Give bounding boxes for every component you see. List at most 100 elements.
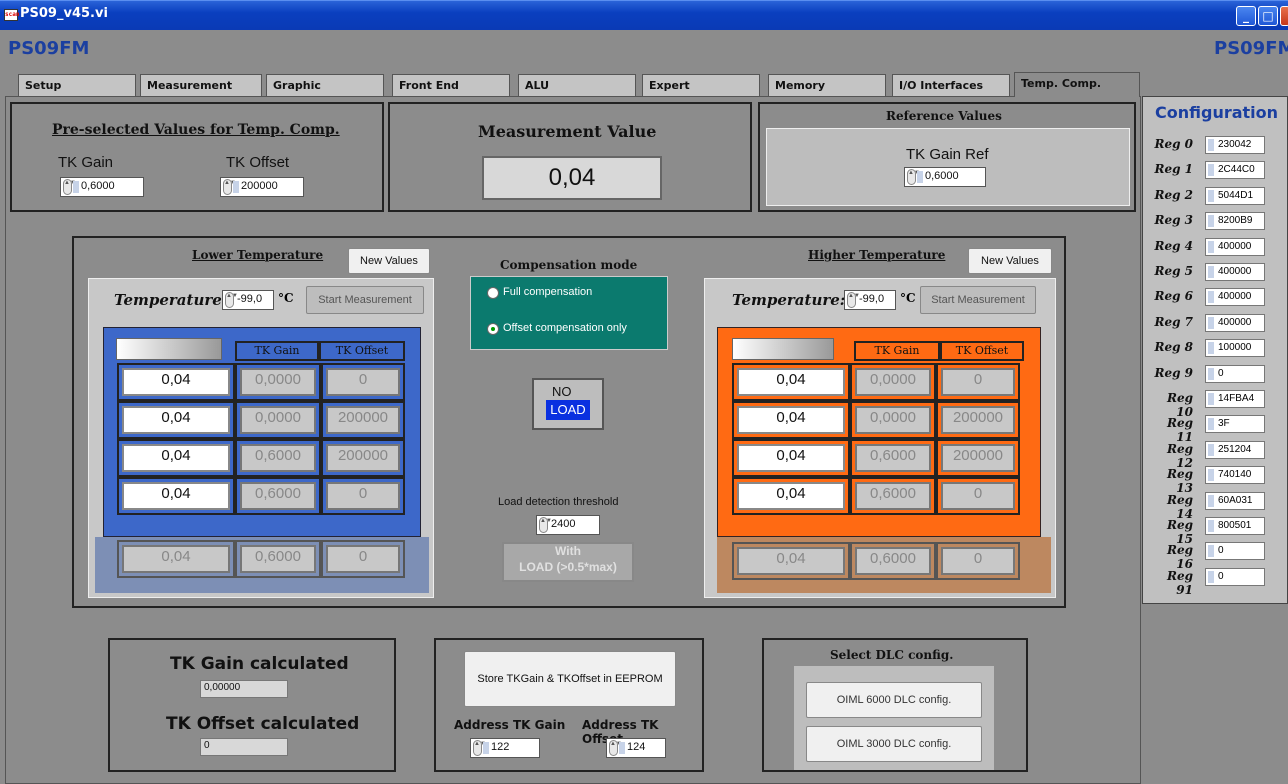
- tab-front-end[interactable]: Front End: [392, 74, 510, 96]
- tab-measurement[interactable]: Measurement: [140, 74, 262, 96]
- higher-new-values-button[interactable]: New Values: [968, 248, 1052, 274]
- lower-cell: 0,04: [117, 439, 235, 477]
- register-value[interactable]: 400000: [1205, 288, 1265, 307]
- oiml-3000-button[interactable]: OIML 3000 DLC config.: [806, 726, 982, 762]
- register-value[interactable]: 400000: [1205, 237, 1265, 256]
- tab-setup[interactable]: Setup: [18, 74, 136, 96]
- higher-cell: 0,04: [732, 401, 850, 439]
- lower-col-offset: TK Offset: [319, 341, 405, 361]
- minimize-button[interactable]: _: [1236, 6, 1256, 26]
- tab-temp-comp[interactable]: Temp. Comp.: [1014, 72, 1140, 97]
- tk-gain-input[interactable]: ▲▼ 0,6000: [60, 177, 144, 197]
- reference-title: Reference Values: [886, 109, 1002, 123]
- higher-cell: 0: [936, 363, 1020, 401]
- register-label: Reg 16: [1167, 543, 1193, 572]
- register-value[interactable]: 400000: [1205, 313, 1265, 332]
- higher-result-value: 0: [941, 547, 1015, 575]
- higher-cell-value: 0,0000: [855, 406, 931, 434]
- addr-gain-input[interactable]: ▲▼ 122: [470, 738, 540, 758]
- lower-cell-value: 0,0000: [240, 368, 316, 396]
- higher-col-gain: TK Gain: [854, 341, 940, 361]
- higher-cell-value: 0,04: [737, 444, 845, 472]
- higher-start-button[interactable]: Start Measurement: [920, 286, 1036, 314]
- register-value[interactable]: 0: [1205, 567, 1265, 586]
- register-value-text: 5044D1: [1218, 189, 1254, 201]
- lower-new-values-button[interactable]: New Values: [348, 248, 430, 274]
- lower-indicator-led: [116, 338, 222, 360]
- register-value[interactable]: 100000: [1205, 339, 1265, 358]
- higher-cell-value: 0,6000: [855, 444, 931, 472]
- lower-start-button[interactable]: Start Measurement: [306, 286, 424, 314]
- lower-cell-value: 0: [326, 482, 400, 510]
- full-compensation-radio[interactable]: [487, 287, 499, 299]
- register-value[interactable]: 230042: [1205, 136, 1265, 154]
- offset-compensation-label: Offset compensation only: [503, 322, 627, 334]
- threshold-input[interactable]: ▲▼ 2400: [536, 515, 600, 535]
- dlc-panel: Select DLC config. OIML 6000 DLC config.…: [762, 638, 1028, 772]
- register-value[interactable]: 251204: [1205, 440, 1265, 459]
- lower-cell-value: 0,6000: [240, 482, 316, 510]
- lower-cell: 200000: [321, 439, 405, 477]
- addr-offset-input[interactable]: ▲▼ 124: [606, 738, 666, 758]
- lower-cell-value: 0,04: [122, 368, 230, 396]
- higher-cell: 200000: [936, 439, 1020, 477]
- lower-temperature-input[interactable]: ▲▼ -99,0: [222, 290, 274, 310]
- tk-gain-calc-value: 0,00000: [200, 680, 288, 698]
- tab-alu[interactable]: ALU: [518, 74, 636, 96]
- register-value-text: 0: [1218, 545, 1224, 557]
- register-value[interactable]: 2C44C0: [1205, 161, 1265, 180]
- tab-io-interfaces[interactable]: I/O Interfaces: [892, 74, 1010, 96]
- full-compensation-label: Full compensation: [503, 286, 593, 298]
- register-value[interactable]: 8200B9: [1205, 212, 1265, 231]
- register-value[interactable]: 5044D1: [1205, 186, 1265, 205]
- register-label: Reg 4: [1154, 238, 1193, 253]
- store-eeprom-button[interactable]: Store TKGain & TKOffset in EEPROM: [464, 651, 676, 707]
- higher-cell-value: 0,04: [737, 482, 845, 510]
- lower-cell: 0,0000: [235, 363, 321, 401]
- register-value[interactable]: 800501: [1205, 517, 1265, 535]
- register-value[interactable]: 400000: [1205, 263, 1265, 281]
- tk-gain-ref-input[interactable]: ▲▼ 0,6000: [904, 167, 986, 187]
- register-value[interactable]: 60A031: [1205, 491, 1265, 510]
- lower-cell-value: 0,6000: [240, 444, 316, 472]
- higher-cell: 0: [936, 477, 1020, 515]
- higher-unit: °C: [900, 291, 916, 305]
- lower-cell: 0,04: [117, 477, 235, 515]
- tk-offset-input[interactable]: ▲▼ 200000: [220, 177, 304, 197]
- higher-result-value: 0,6000: [855, 547, 931, 575]
- higher-cell: 0,04: [732, 439, 850, 477]
- register-value-text: 14FBA4: [1218, 393, 1255, 404]
- higher-temperature-input[interactable]: ▲▼ -99,0: [844, 290, 896, 310]
- oiml-6000-button[interactable]: OIML 6000 DLC config.: [806, 682, 982, 718]
- register-value[interactable]: 740140: [1205, 466, 1265, 485]
- register-value[interactable]: 0: [1205, 364, 1265, 383]
- tab-graphic[interactable]: Graphic: [266, 74, 384, 96]
- lower-result-cell: 0,04: [117, 540, 235, 578]
- higher-cell-value: 0,04: [737, 368, 845, 396]
- register-value[interactable]: 0: [1205, 542, 1265, 561]
- maximize-button[interactable]: □: [1258, 6, 1278, 26]
- load-line1: NO: [552, 384, 572, 399]
- register-label: Reg 0: [1154, 137, 1193, 151]
- register-value[interactable]: 3F: [1205, 415, 1265, 434]
- measurement-title: Measurement Value: [478, 122, 657, 141]
- register-label: Reg 12: [1167, 441, 1193, 470]
- higher-cell: 0,6000: [850, 439, 936, 477]
- lower-cell: 0,0000: [235, 401, 321, 439]
- tab-expert[interactable]: Expert: [642, 74, 760, 96]
- close-button[interactable]: [1280, 6, 1288, 26]
- tab-memory[interactable]: Memory: [768, 74, 886, 96]
- lower-cell: 0,04: [117, 363, 235, 401]
- register-label: Reg 9: [1154, 365, 1193, 380]
- lower-cell: 0: [321, 363, 405, 401]
- tk-gain-label: TK Gain: [58, 154, 114, 171]
- register-value[interactable]: 14FBA4: [1205, 390, 1265, 408]
- with-load-indicator: With LOAD (>0.5*max): [502, 542, 634, 582]
- register-label: Reg 91: [1167, 568, 1193, 597]
- lower-result-cell: 0,6000: [235, 540, 321, 578]
- register-label: Reg 14: [1167, 492, 1193, 521]
- window-titlebar: scan PS09_v45.vi _ □: [0, 0, 1288, 30]
- register-value-text: 800501: [1218, 520, 1252, 531]
- offset-compensation-radio[interactable]: [487, 323, 499, 335]
- higher-result-cell: 0: [936, 542, 1020, 580]
